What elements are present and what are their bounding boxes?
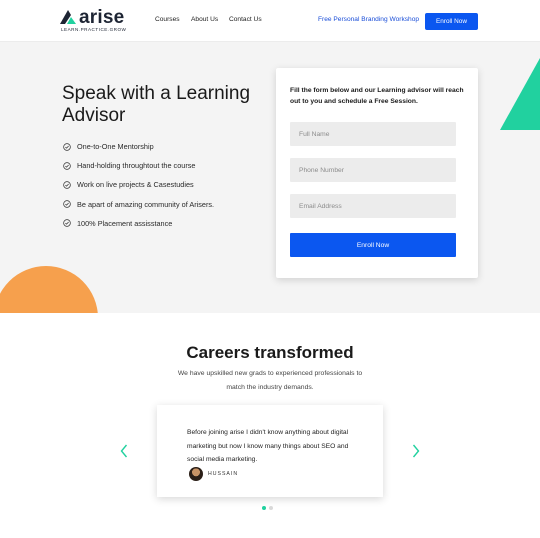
form-enroll-button[interactable]: Enroll Now (290, 233, 456, 257)
full-name-input[interactable] (290, 122, 456, 146)
email-address-input[interactable] (290, 194, 456, 218)
check-circle-icon (63, 162, 71, 170)
nav-contact-us[interactable]: Contact Us (229, 16, 262, 23)
feature-item: One-to-One Mentorship (63, 137, 214, 156)
feature-list: One-to-One Mentorship Hand-holding throu… (63, 137, 214, 233)
carousel-dot-active[interactable] (262, 506, 266, 510)
phone-number-input[interactable] (290, 158, 456, 182)
advisor-form: Fill the form below and our Learning adv… (276, 68, 478, 278)
feature-text: Be apart of amazing community of Arisers… (77, 199, 215, 209)
check-circle-icon (63, 200, 71, 208)
hero-section: Speak with a Learning Advisor One-to-One… (0, 42, 540, 313)
form-intro: Fill the form below and our Learning adv… (290, 87, 464, 105)
carousel-dot[interactable] (269, 506, 273, 510)
feature-item: Be apart of amazing community of Arisers… (63, 195, 214, 214)
careers-title: Careers transformed (186, 343, 354, 362)
logo[interactable]: arise LEARN.PRACTICE.GROW (60, 7, 130, 36)
check-circle-icon (63, 181, 71, 189)
testimonial-author: HUSSAIN (208, 471, 239, 477)
feature-text: Hand-holding throughtout the course (77, 161, 196, 171)
workshop-link[interactable]: Free Personal Branding Workshop (318, 16, 419, 23)
testimonial-quote: Before joining arise I didn't know anyth… (187, 429, 349, 463)
site-header: arise LEARN.PRACTICE.GROW Courses About … (0, 0, 540, 42)
logo-tagline: LEARN.PRACTICE.GROW (61, 27, 127, 32)
check-circle-icon (63, 142, 71, 151)
hero-title: Speak with a Learning Advisor (62, 83, 251, 126)
carousel-dots (262, 506, 273, 510)
chevron-left-icon[interactable] (119, 443, 129, 459)
feature-item: Work on live projects & Casestudies (63, 175, 214, 194)
testimonial-card: Before joining arise I didn't know anyth… (157, 405, 383, 497)
feature-text: Work on live projects & Casestudies (77, 180, 194, 190)
nav-about-us[interactable]: About Us (191, 16, 218, 23)
logo-text: arise (79, 7, 125, 28)
feature-text: 100% Placement assisstance (77, 218, 173, 228)
header-enroll-button[interactable]: Enroll Now (425, 13, 478, 30)
feature-text: One-to-One Mentorship (77, 142, 154, 152)
careers-subtitle: We have upskilled new grads to experienc… (177, 370, 363, 391)
nav-courses[interactable]: Courses (155, 16, 180, 23)
feature-item: Hand-holding throughtout the course (63, 156, 214, 175)
check-circle-icon (63, 219, 71, 228)
logo-mark-icon (60, 10, 76, 24)
orange-decoration (0, 266, 98, 313)
feature-item: 100% Placement assisstance (63, 214, 214, 233)
avatar (189, 467, 203, 481)
chevron-right-icon[interactable] (411, 443, 421, 459)
green-triangle-decoration (500, 58, 540, 130)
